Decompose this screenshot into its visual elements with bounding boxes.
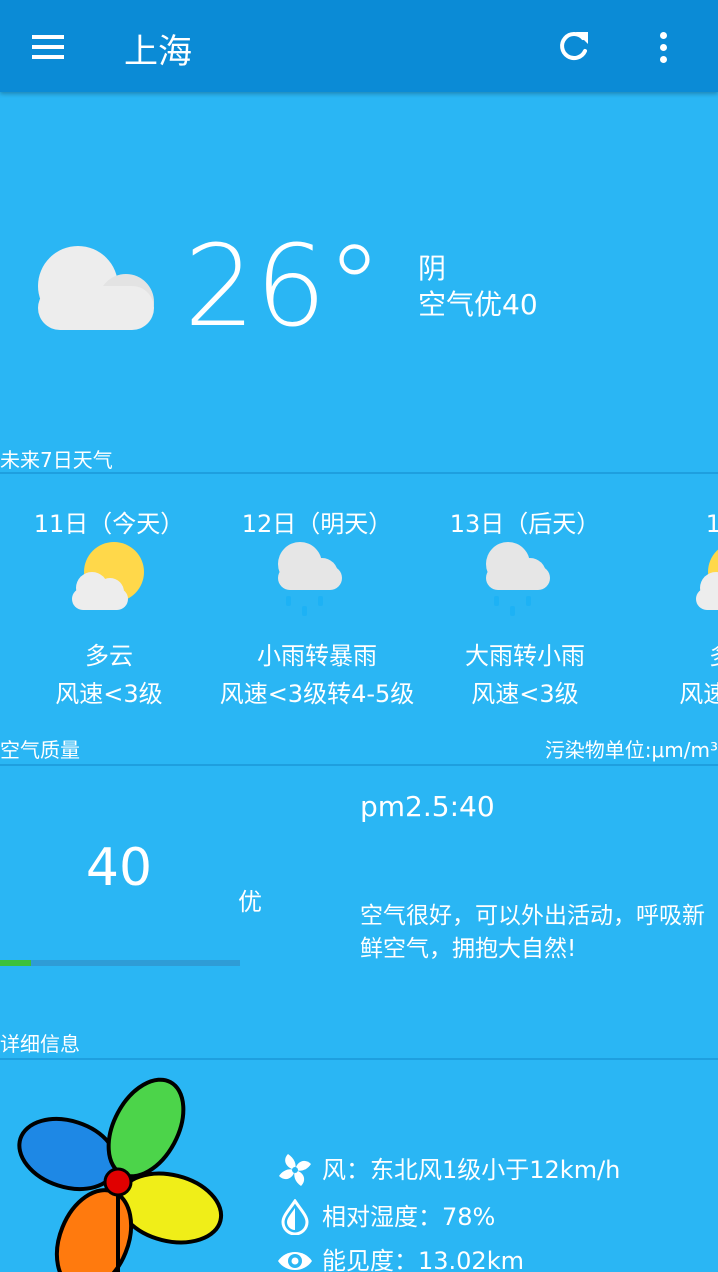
partly-cloudy-icon [64,540,154,620]
forecast-date: 11日（今天） [33,510,185,538]
rain-icon [480,540,570,620]
city-title: 上海 [124,32,192,72]
aqi-value: 40 [85,838,153,898]
forecast-date: 13日（后天） [449,510,601,538]
air-section-title: 空气质量 [0,738,80,762]
aqi-level: 优 [238,888,262,916]
more-vertical-icon[interactable] [648,26,680,68]
app-toolbar: 上海 [0,0,718,92]
forecast-wind: 风速<3级 [679,680,718,708]
cloudy-icon [30,240,160,340]
partly-cloudy-icon [688,540,718,620]
humidity-drop-icon [276,1198,314,1236]
current-temperature: 26° [184,222,383,352]
windmill-icon [10,1070,240,1272]
details-divider [0,1058,718,1060]
pm25-value: pm2.5:40 [360,790,495,823]
current-air-quality: 空气优40 [418,288,538,321]
forecast-condition: 多云 [608,636,718,671]
aqi-progress-fill [0,960,32,966]
current-condition: 阴 [418,252,447,285]
forecast-section-title: 未来7日天气 [0,448,113,472]
details-section-title: 详细信息 [0,1032,80,1056]
wind-detail-text: 风：东北风1级小于12km/h [322,1156,621,1184]
wind-icon [276,1152,314,1188]
air-divider [0,764,718,766]
forecast-divider [0,472,718,474]
refresh-icon[interactable] [552,26,594,68]
forecast-date: 12日（明天） [241,510,393,538]
rain-icon [272,540,362,620]
air-description: 空气很好，可以外出活动，呼吸新鲜空气，拥抱大自然! [360,903,705,962]
forecast-list[interactable]: 11日（今天） 多云 风速<3级 12日（明天） 小雨转暴雨 风速<3级转4-5… [0,476,718,716]
forecast-date: 14日 [705,510,718,538]
pollutant-unit-label: 污染物单位:μm/m³ [544,738,718,762]
eye-icon [276,1243,314,1272]
aqi-progress-bar [0,960,240,966]
hamburger-menu-icon[interactable] [28,30,68,64]
humidity-detail-text: 相对湿度：78% [322,1203,496,1231]
visibility-detail-text: 能见度：13.02km [322,1247,524,1272]
